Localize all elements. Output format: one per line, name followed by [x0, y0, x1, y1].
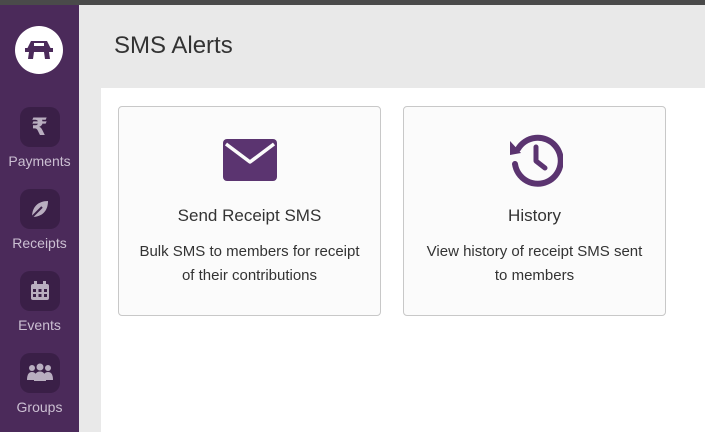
sidebar-item-label: Payments: [8, 153, 71, 169]
sidebar: ₹ Payments Receipts Events Groups: [0, 5, 79, 432]
calendar-icon: [19, 271, 60, 311]
rupee-icon: ₹: [19, 107, 60, 147]
page-header: SMS Alerts: [79, 5, 705, 88]
card-description: Bulk SMS to members for receipt of their…: [139, 243, 360, 284]
leaf-icon: [19, 189, 60, 229]
app-logo-icon: [25, 41, 53, 59]
sidebar-item-payments[interactable]: ₹ Payments: [0, 107, 79, 187]
card-description: View history of receipt SMS sent to memb…: [426, 243, 643, 284]
history-icon: [404, 133, 665, 187]
send-receipt-sms-card[interactable]: Send Receipt SMS Bulk SMS to members for…: [118, 106, 381, 316]
sidebar-item-label: Groups: [16, 399, 63, 415]
sidebar-item-groups[interactable]: Groups: [0, 353, 79, 433]
app-logo[interactable]: [15, 26, 63, 74]
users-icon: [19, 353, 60, 393]
sidebar-item-events[interactable]: Events: [0, 271, 79, 351]
sidebar-item-label: Receipts: [12, 235, 67, 251]
envelope-icon: [119, 133, 380, 187]
history-card[interactable]: History View history of receipt SMS sent…: [403, 106, 666, 316]
main-content: Send Receipt SMS Bulk SMS to members for…: [101, 88, 705, 432]
sidebar-item-receipts[interactable]: Receipts: [0, 189, 79, 269]
page-title: SMS Alerts: [114, 32, 233, 59]
card-title: History: [508, 206, 561, 225]
card-title: Send Receipt SMS: [177, 206, 322, 225]
sidebar-item-label: Events: [18, 317, 61, 333]
